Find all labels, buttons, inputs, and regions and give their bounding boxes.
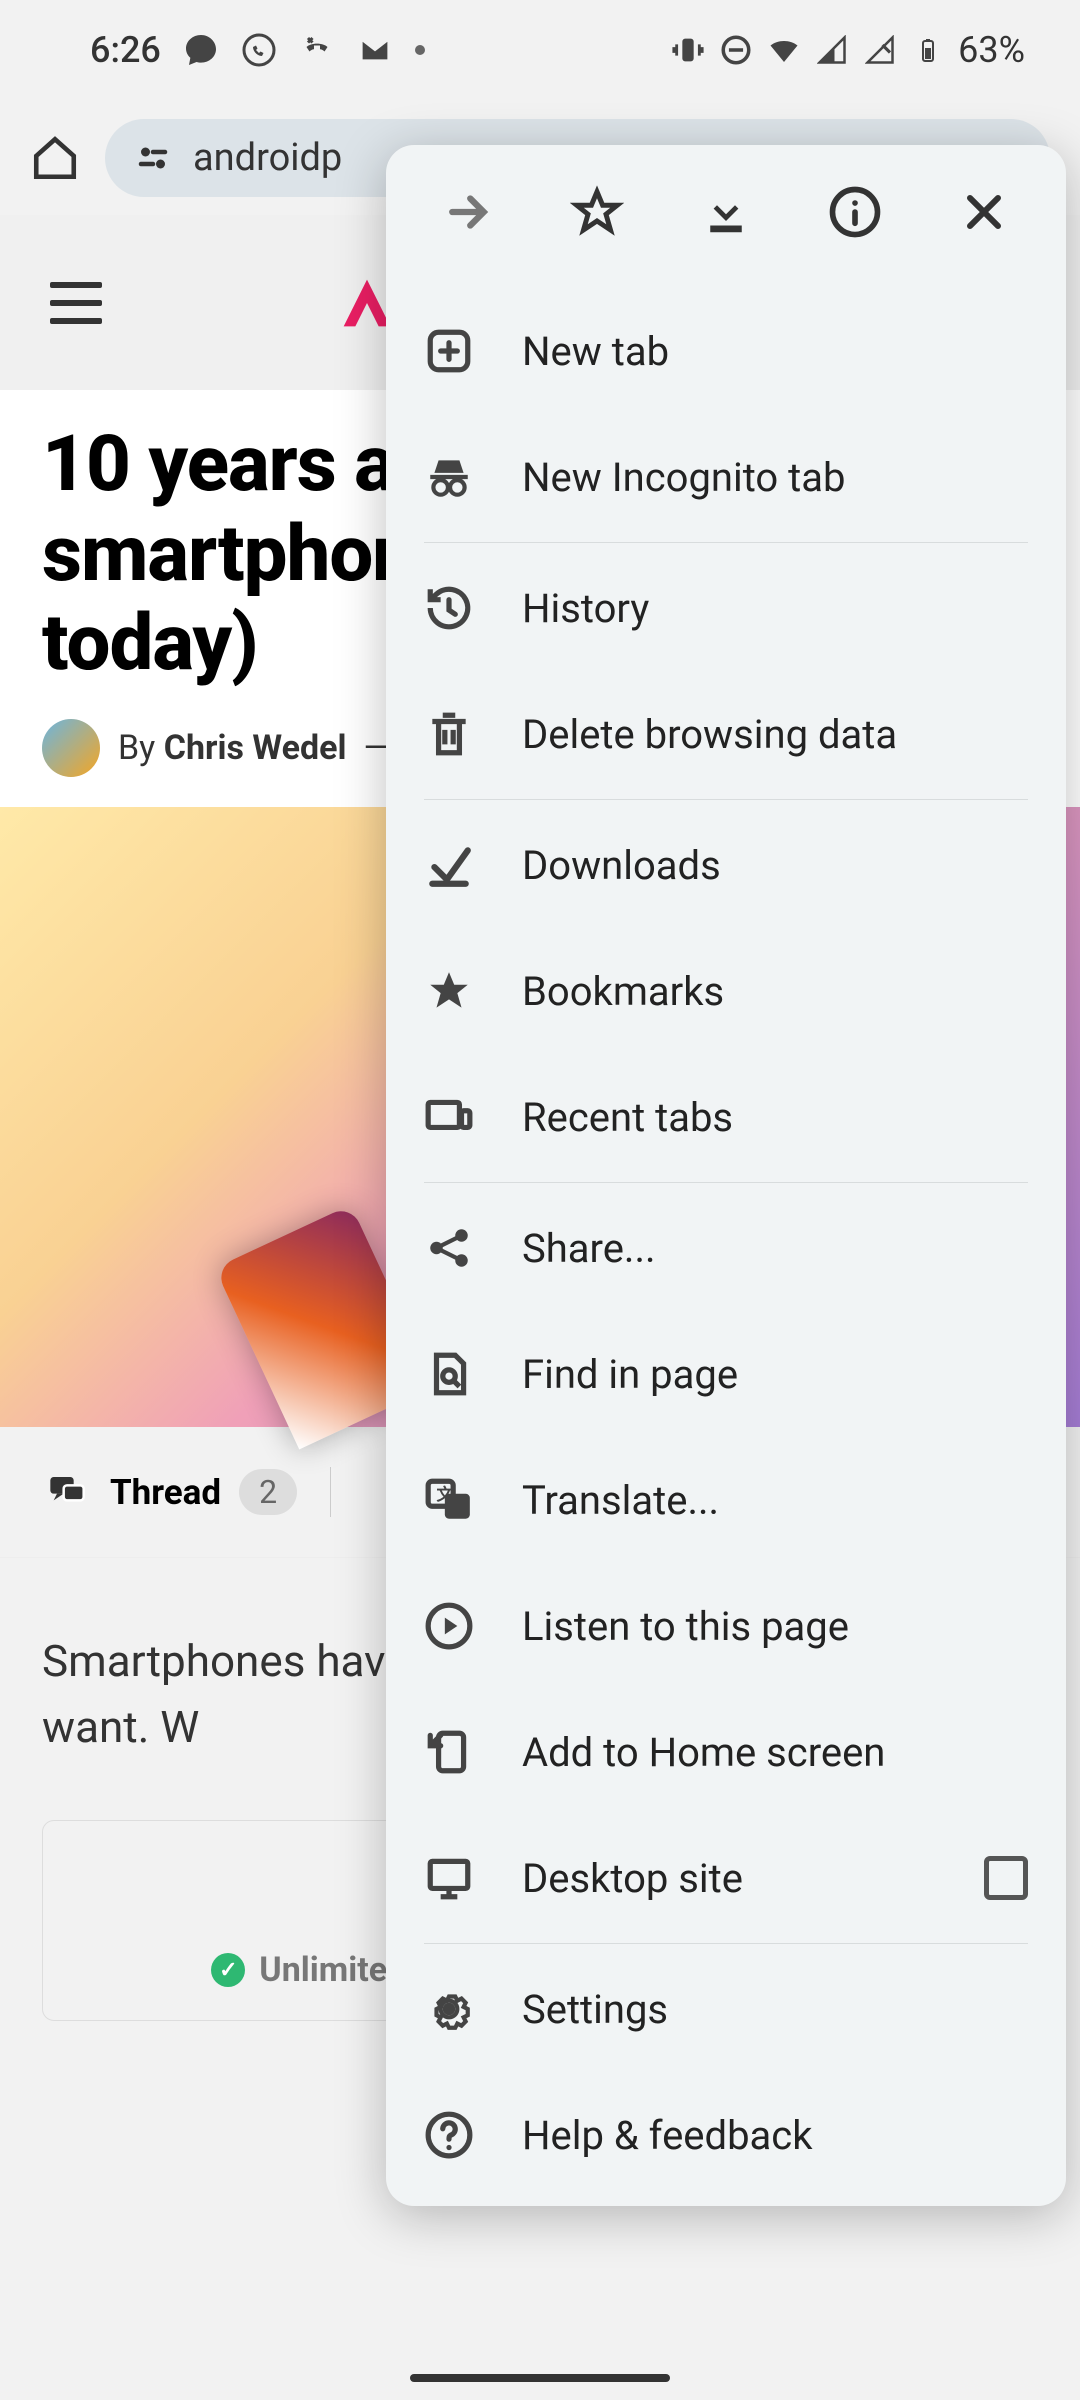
menu-listen[interactable]: Listen to this page: [386, 1563, 1066, 1689]
author-avatar[interactable]: [42, 719, 100, 777]
star-icon: [424, 966, 474, 1016]
dnd-icon: [718, 32, 754, 68]
menu-item-label: Settings: [522, 1986, 668, 2033]
menu-help[interactable]: Help & feedback: [386, 2072, 1066, 2198]
menu-item-label: New tab: [522, 328, 669, 375]
play-circle-icon: [424, 1601, 474, 1651]
divider: [330, 1467, 331, 1517]
svg-text:文: 文: [437, 1484, 454, 1505]
battery-percent: 63%: [958, 29, 1025, 71]
new-tab-icon: [424, 326, 474, 376]
trash-icon: [424, 709, 474, 759]
menu-divider: [424, 1182, 1028, 1183]
menu-downloads[interactable]: Downloads: [386, 802, 1066, 928]
thread-label[interactable]: Thread: [110, 1472, 221, 1513]
byline-text: By Chris Wedel —: [118, 728, 390, 768]
menu-item-label: Find in page: [522, 1351, 738, 1398]
chat-icon: [183, 32, 219, 68]
menu-history[interactable]: History: [386, 545, 1066, 671]
translate-icon: 文: [424, 1475, 474, 1525]
menu-item-label: Downloads: [522, 842, 721, 889]
bookmark-star-button[interactable]: [567, 182, 627, 242]
close-button[interactable]: [954, 182, 1014, 242]
site-settings-icon: [135, 140, 171, 176]
recent-tabs-icon: [424, 1092, 474, 1142]
mail-icon: [357, 32, 393, 68]
menu-recent-tabs[interactable]: Recent tabs: [386, 1054, 1066, 1180]
menu-find[interactable]: Find in page: [386, 1311, 1066, 1437]
menu-item-label: Listen to this page: [522, 1603, 849, 1650]
menu-list: New tab New Incognito tab History Delete…: [386, 280, 1066, 2206]
help-icon: [424, 2110, 474, 2160]
hamburger-menu-icon[interactable]: [50, 282, 102, 324]
battery-icon: [910, 32, 946, 68]
vibrate-icon: [670, 32, 706, 68]
menu-toolbar: [386, 145, 1066, 280]
menu-incognito[interactable]: New Incognito tab: [386, 414, 1066, 540]
gesture-bar[interactable]: [410, 2374, 670, 2382]
comments-icon[interactable]: [42, 1472, 92, 1512]
menu-desktop-site[interactable]: Desktop site: [386, 1815, 1066, 1941]
menu-item-label: Help & feedback: [522, 2112, 813, 2159]
desktop-site-checkbox[interactable]: [984, 1856, 1028, 1900]
menu-item-label: Share...: [522, 1225, 656, 1272]
menu-translate[interactable]: 文 Translate...: [386, 1437, 1066, 1563]
status-right: 63%: [670, 29, 1025, 71]
home-icon[interactable]: [30, 133, 80, 183]
author-name[interactable]: Chris Wedel: [164, 728, 347, 768]
forward-button[interactable]: [438, 182, 498, 242]
menu-item-label: New Incognito tab: [522, 454, 845, 501]
downloads-icon: [424, 840, 474, 890]
menu-item-label: Delete browsing data: [522, 711, 897, 758]
menu-item-label: Translate...: [522, 1477, 719, 1524]
desktop-icon: [424, 1853, 474, 1903]
whatsapp-icon: [241, 32, 277, 68]
menu-share[interactable]: Share...: [386, 1185, 1066, 1311]
url-text: androidp: [193, 136, 342, 180]
find-in-page-icon: [424, 1349, 474, 1399]
menu-item-label: Bookmarks: [522, 968, 724, 1015]
history-icon: [424, 583, 474, 633]
menu-add-home[interactable]: Add to Home screen: [386, 1689, 1066, 1815]
share-icon: [424, 1223, 474, 1273]
menu-divider: [424, 799, 1028, 800]
wifi-icon: [766, 32, 802, 68]
overflow-menu: New tab New Incognito tab History Delete…: [386, 145, 1066, 2206]
download-button[interactable]: [696, 182, 756, 242]
byline-dash: —: [355, 728, 390, 768]
menu-divider: [424, 1943, 1028, 1944]
menu-divider: [424, 542, 1028, 543]
signal-1-icon: [814, 32, 850, 68]
menu-delete-data[interactable]: Delete browsing data: [386, 671, 1066, 797]
thread-count-badge: 2: [239, 1469, 297, 1515]
gear-icon: [424, 1984, 474, 2034]
add-to-home-icon: [424, 1727, 474, 1777]
menu-settings[interactable]: Settings: [386, 1946, 1066, 2072]
menu-item-label: History: [522, 585, 649, 632]
by-label: By: [118, 728, 164, 768]
menu-item-label: Recent tabs: [522, 1094, 733, 1141]
menu-item-label: Desktop site: [522, 1855, 743, 1902]
status-time: 6:26: [90, 29, 161, 71]
notification-dot-icon: [415, 45, 425, 55]
menu-bookmarks[interactable]: Bookmarks: [386, 928, 1066, 1054]
signal-2-icon: [862, 32, 898, 68]
menu-item-label: Add to Home screen: [522, 1729, 885, 1776]
incognito-icon: [424, 452, 474, 502]
menu-new-tab[interactable]: New tab: [386, 288, 1066, 414]
check-circle-icon: ✓: [211, 1953, 245, 1987]
status-left: 6:26: [90, 29, 425, 71]
status-bar: 6:26 63%: [0, 0, 1080, 100]
info-button[interactable]: [825, 182, 885, 242]
missed-call-icon: [299, 32, 335, 68]
